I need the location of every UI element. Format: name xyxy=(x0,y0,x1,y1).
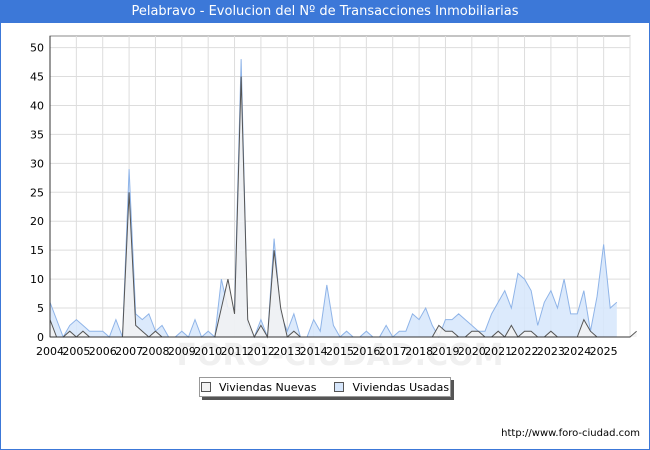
y-tick-label: 10 xyxy=(30,273,44,286)
legend-label-usadas: Viviendas Usadas xyxy=(352,380,450,394)
x-tick-label: 2024 xyxy=(563,345,591,358)
legend-swatch-nuevas xyxy=(200,382,211,392)
y-tick-label: 0 xyxy=(37,331,44,344)
y-tick-label: 45 xyxy=(30,71,44,84)
x-tick-label: 2017 xyxy=(379,345,407,358)
x-tick-label: 2019 xyxy=(431,345,459,358)
x-tick-label: 2020 xyxy=(458,345,486,358)
x-tick-label: 2025 xyxy=(590,345,618,358)
x-tick-label: 2010 xyxy=(194,345,222,358)
x-tick-label: 2021 xyxy=(484,345,512,358)
x-tick-label: 2012 xyxy=(247,345,275,358)
chart-legend: Viviendas Nuevas Viviendas Usadas xyxy=(199,377,451,397)
x-tick-label: 2016 xyxy=(352,345,380,358)
legend-swatch-usadas xyxy=(334,382,345,392)
legend-item-usadas: Viviendas Usadas xyxy=(334,381,449,394)
y-tick-label: 15 xyxy=(30,244,44,257)
x-tick-label: 2006 xyxy=(89,345,117,358)
x-tick-label: 2014 xyxy=(300,345,328,358)
x-tick-label: 2005 xyxy=(62,345,90,358)
legend-item-nuevas: Viviendas Nuevas xyxy=(200,380,317,394)
x-tick-label: 2023 xyxy=(537,345,565,358)
footer-url: http://www.foro-ciudad.com xyxy=(501,428,640,439)
x-tick-label: 2009 xyxy=(168,345,196,358)
y-tick-label: 5 xyxy=(37,302,44,315)
x-tick-label: 2015 xyxy=(326,345,354,358)
y-tick-label: 50 xyxy=(30,42,44,55)
x-tick-label: 2022 xyxy=(511,345,539,358)
y-tick-label: 30 xyxy=(30,157,44,170)
x-tick-label: 2007 xyxy=(115,345,143,358)
x-tick-label: 2013 xyxy=(273,345,301,358)
x-tick-label: 2004 xyxy=(36,345,64,358)
x-tick-label: 2018 xyxy=(405,345,433,358)
y-tick-label: 25 xyxy=(30,186,44,199)
y-tick-label: 40 xyxy=(30,99,44,112)
x-tick-label: 2011 xyxy=(221,345,249,358)
y-tick-label: 20 xyxy=(30,215,44,228)
legend-label-nuevas: Viviendas Nuevas xyxy=(218,380,317,394)
x-tick-label: 2008 xyxy=(141,345,169,358)
y-tick-label: 35 xyxy=(30,128,44,141)
